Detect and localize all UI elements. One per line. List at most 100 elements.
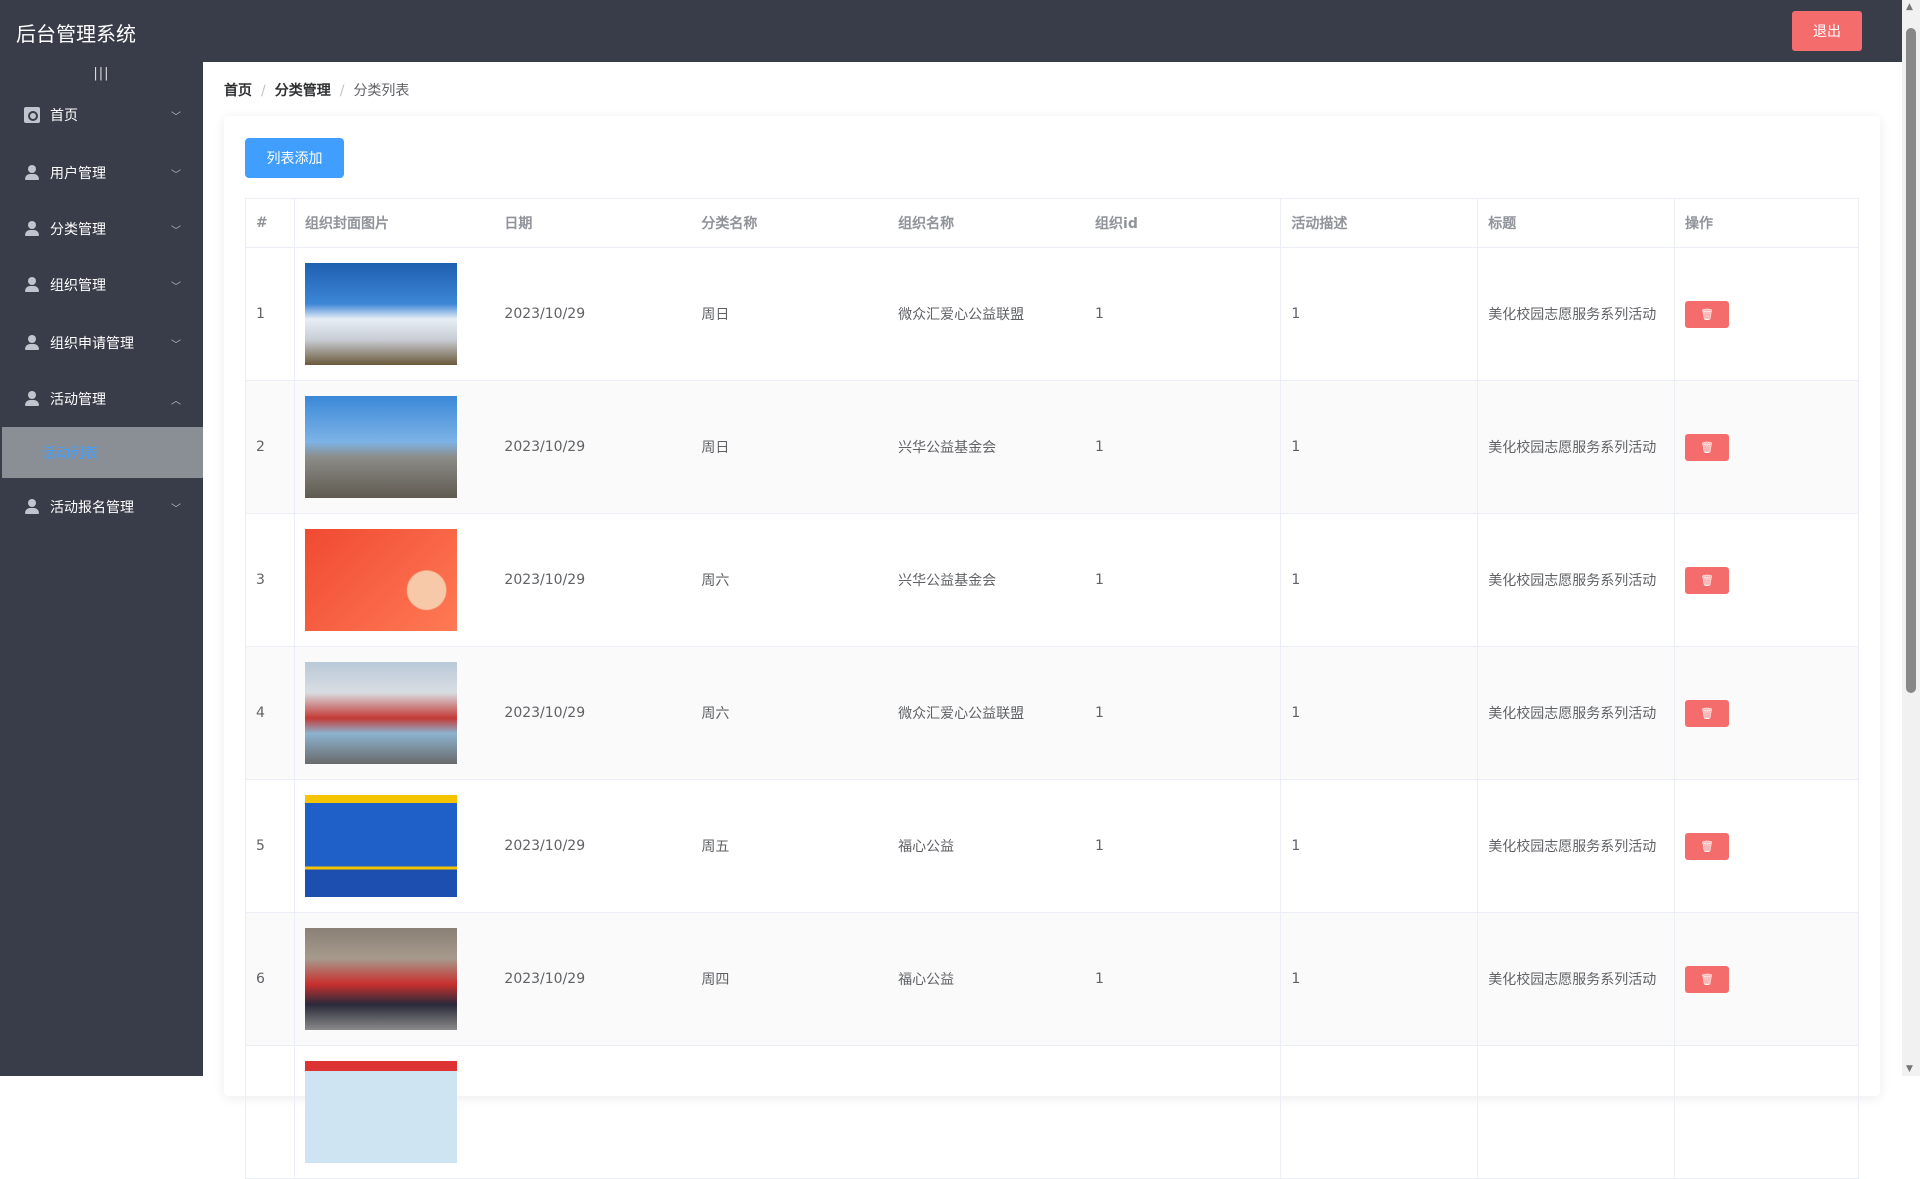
trash-icon: 🗑 [1700,840,1715,853]
col-header: 组织名称 [888,198,1086,248]
scroll-down-icon[interactable]: ▼ [1906,1064,1913,1074]
scroll-up-icon[interactable]: ▲ [1906,2,1913,12]
breadcrumb: 首页 / 分类管理 / 分类列表 [224,83,410,99]
sidebar-item-label: 首页 [50,108,78,124]
sidebar-item-home[interactable]: 首页 ﹀ [0,87,203,143]
cover-image [304,396,457,498]
description-cell: 1 [1280,779,1479,913]
org-id-cell: 1 [1085,380,1282,514]
sidebar-item-org-applications[interactable]: 组织申请管理 ﹀ [0,315,203,371]
title-cell: 美化校园志愿服务系列活动 [1477,380,1676,514]
trash-icon: 🗑 [1700,707,1715,720]
breadcrumb-category[interactable]: 分类管理 [275,83,331,99]
actions-cell: 🗑 [1674,380,1859,514]
table-row [245,1045,1859,1179]
title-cell: 美化校园志愿服务系列活动 [1477,779,1676,913]
description-cell: 1 [1280,646,1479,780]
category-cell: 周五 [691,779,889,913]
org-id-cell: 1 [1085,646,1282,780]
chevron-down-icon: ﹀ [171,111,181,123]
cover-image-cell [294,513,495,647]
category-cell: 周六 [691,646,889,780]
user-icon [24,165,40,181]
scrollbar-thumb[interactable] [1906,28,1916,693]
app-title: 后台管理系统 [16,22,136,46]
delete-button[interactable]: 🗑 [1685,433,1730,461]
cover-image-cell [294,779,495,913]
org-id-cell: 1 [1085,912,1282,1046]
date-cell: 2023/10/29 [494,912,692,1046]
trash-icon: 🗑 [1700,574,1715,587]
sidebar-item-organizations[interactable]: 组织管理 ﹀ [0,257,203,313]
delete-button[interactable]: 🗑 [1685,300,1730,328]
org-name-cell: 微众汇爱心公益联盟 [888,247,1086,381]
add-list-button[interactable]: 列表添加 [245,138,344,178]
description-cell: 1 [1280,247,1479,381]
table-row: 6 2023/10/29 周四 福心公益 1 1 美化校园志愿服务系列活动 🗑 [245,912,1859,1046]
cover-image [304,795,457,897]
breadcrumb-home[interactable]: 首页 [224,83,252,99]
cover-image-cell [294,912,495,1046]
breadcrumb-current: 分类列表 [353,83,410,99]
org-name-cell: 微众汇爱心公益联盟 [888,646,1086,780]
col-header: 组织封面图片 [294,198,495,248]
date-cell: 2023/10/29 [494,779,692,913]
sidebar-item-categories[interactable]: 分类管理 ﹀ [0,201,203,257]
category-cell: 周六 [691,513,889,647]
org-id-cell: 1 [1085,247,1282,381]
sidebar: ||| 首页 ﹀ 用户管理 ﹀ 分类管理 ﹀ 组织管理 ﹀ 组织申请管理 ﹀ 活动管理 ︿ … [0,62,203,1076]
category-cell: 周日 [691,247,889,381]
row-index: 4 [245,646,295,780]
logout-button[interactable]: 退出 [1792,11,1862,51]
org-id-cell: 1 [1085,779,1282,913]
actions-cell: 🗑 [1674,247,1859,381]
category-cell: 周日 [691,380,889,514]
user-icon [24,277,40,293]
table-row: 5 2023/10/29 周五 福心公益 1 1 美化校园志愿服务系列活动 🗑 [245,779,1859,913]
trash-icon: 🗑 [1700,973,1715,986]
chevron-down-icon: ﹀ [171,169,181,181]
org-name-cell: 兴华公益基金会 [888,380,1086,514]
delete-button[interactable]: 🗑 [1685,832,1730,860]
chevron-down-icon: ﹀ [171,225,181,237]
user-icon [24,335,40,351]
cover-image [304,529,457,631]
col-header: 分类名称 [691,198,889,248]
row-index: 1 [245,247,295,381]
home-icon [24,107,40,123]
page-scrollbar[interactable]: ▲ ▼ [1902,0,1920,1076]
table-row: 2 2023/10/29 周日 兴华公益基金会 1 1 美化校园志愿服务系列活动… [245,380,1859,514]
table-header-row: # 组织封面图片 日期 分类名称 组织名称 组织id 活动描述 标题 操作 [245,198,1859,248]
chevron-down-icon: ﹀ [171,281,181,293]
row-index: 3 [245,513,295,647]
chevron-up-icon: ︿ [171,395,181,407]
org-id-cell: 1 [1085,513,1282,647]
row-index: 5 [245,779,295,913]
description-cell: 1 [1280,380,1479,514]
org-name-cell: 福心公益 [888,779,1086,913]
actions-cell: 🗑 [1674,912,1859,1046]
delete-button[interactable]: 🗑 [1685,699,1730,727]
sidebar-item-activities[interactable]: 活动管理 ︿ [0,371,203,427]
delete-button[interactable]: 🗑 [1685,965,1730,993]
delete-button[interactable]: 🗑 [1685,566,1730,594]
user-icon [24,391,40,407]
col-header: 活动描述 [1280,198,1479,248]
table-row: 1 2023/10/29 周日 微众汇爱心公益联盟 1 1 美化校园志愿服务系列… [245,247,1859,381]
cover-image [304,662,457,764]
sidebar-item-label: 活动报名管理 [50,500,134,516]
cover-image [304,263,457,365]
user-icon [24,499,40,515]
title-cell: 美化校园志愿服务系列活动 [1477,646,1676,780]
sidebar-subitem-activity-list[interactable]: 活动列表 [2,427,203,478]
collapse-menu-icon[interactable]: ||| [0,66,203,81]
table-row: 3 2023/10/29 周六 兴华公益基金会 1 1 美化校园志愿服务系列活动… [245,513,1859,647]
sidebar-item-users[interactable]: 用户管理 ﹀ [0,145,203,201]
sidebar-item-label: 分类管理 [50,222,106,238]
sidebar-item-activity-registrations[interactable]: 活动报名管理 ﹀ [0,479,203,535]
cover-image [304,928,457,1030]
user-icon [24,221,40,237]
col-header: 操作 [1674,198,1859,248]
col-header: 组织id [1085,198,1282,248]
table-row: 4 2023/10/29 周六 微众汇爱心公益联盟 1 1 美化校园志愿服务系列… [245,646,1859,780]
